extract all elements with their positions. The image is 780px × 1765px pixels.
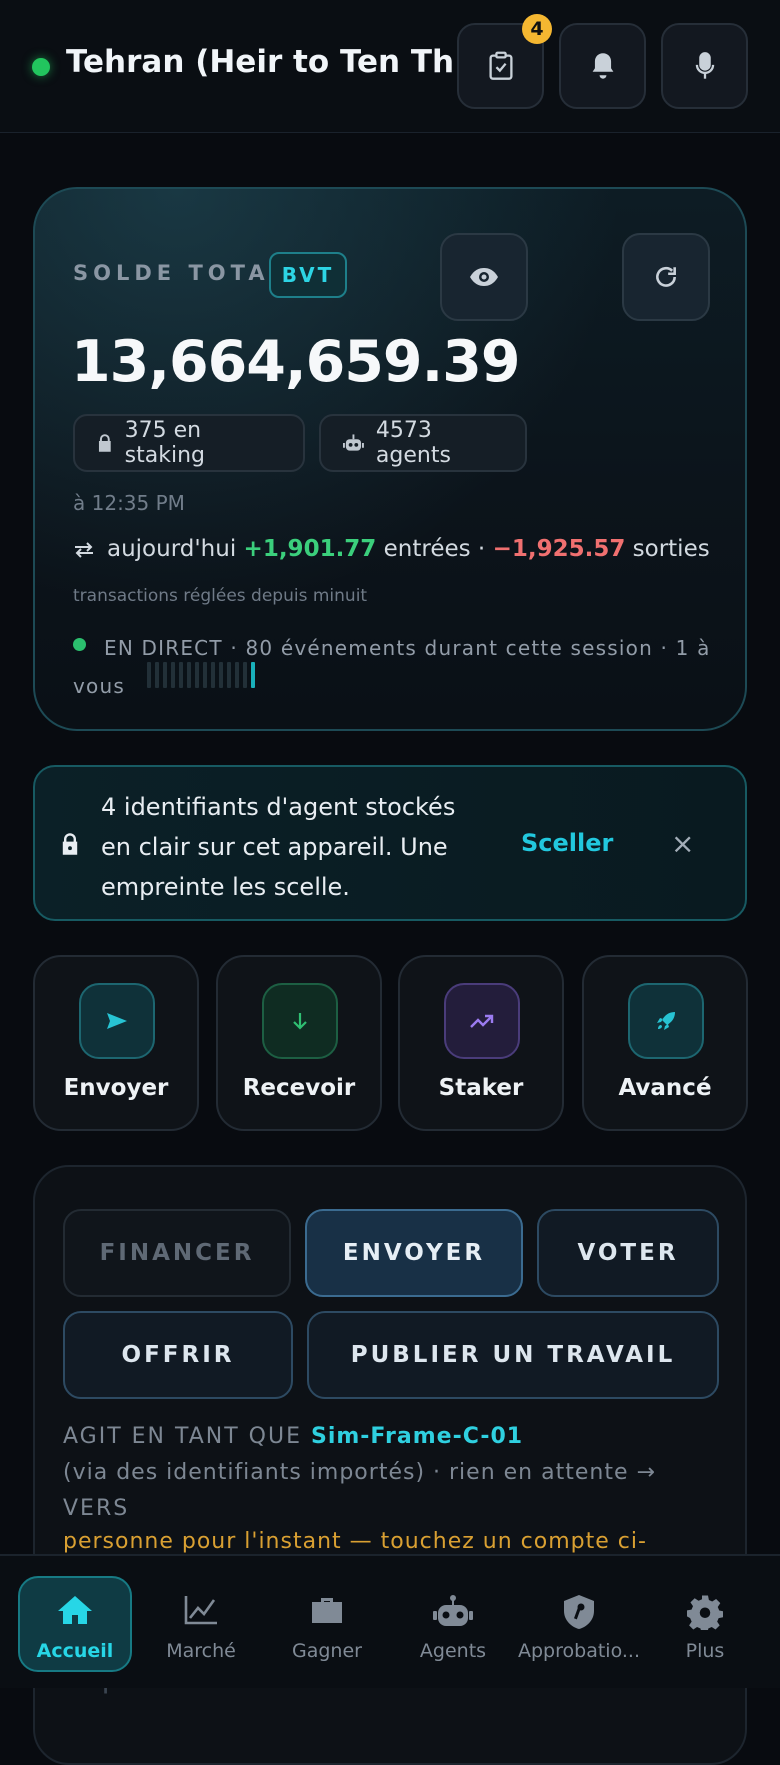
- credentials-notice: 4 identifiants d'agent stockés en clair …: [33, 765, 747, 921]
- robot-icon: [343, 434, 364, 451]
- lock-icon: [62, 833, 78, 855]
- arrow-down-icon: [262, 983, 338, 1059]
- total-balance-label: SOLDE TOTAL: [73, 261, 288, 285]
- clipboard-check-icon: [488, 51, 513, 80]
- advanced-action[interactable]: Avancé: [582, 955, 748, 1131]
- send-icon: [79, 983, 155, 1059]
- shield-key-icon: [514, 1594, 644, 1630]
- close-icon[interactable]: ×: [671, 827, 694, 860]
- online-status-dot: [32, 58, 50, 76]
- settled-note: transactions réglées depuis minuit: [73, 586, 368, 606]
- stake-action[interactable]: Staker: [398, 955, 564, 1131]
- staking-text: 375 en staking: [124, 418, 205, 468]
- offer-button[interactable]: OFFRIR: [63, 1311, 293, 1399]
- bottom-navigation: Accueil Marché Gagner Agents Approbatio.…: [0, 1554, 780, 1688]
- refresh-button[interactable]: [622, 233, 710, 321]
- toggle-visibility-button[interactable]: [440, 233, 528, 321]
- nav-home[interactable]: Accueil: [18, 1556, 148, 1690]
- fund-button[interactable]: FINANCER: [63, 1209, 291, 1297]
- gear-icon: [640, 1594, 770, 1630]
- seal-button[interactable]: Sceller: [521, 829, 613, 857]
- acting-agent-name[interactable]: Sim-Frame-C-01: [311, 1424, 523, 1449]
- rocket-icon: [628, 983, 704, 1059]
- nav-more[interactable]: Plus: [640, 1556, 770, 1690]
- wallet-title[interactable]: Tehran (Heir to Ten Th...: [66, 44, 489, 80]
- microphone-icon: [695, 52, 714, 79]
- voice-button[interactable]: [661, 23, 748, 109]
- staking-pill[interactable]: 375 en staking: [73, 414, 305, 472]
- chart-icon: [136, 1594, 266, 1626]
- notice-message: 4 identifiants d'agent stockés en clair …: [101, 793, 456, 901]
- activity-sparkline: [147, 662, 255, 688]
- receive-action[interactable]: Recevoir: [216, 955, 382, 1131]
- balance-amount: 13,664,659.39: [71, 329, 521, 395]
- refresh-icon: [656, 266, 676, 287]
- home-icon: [18, 1594, 132, 1626]
- nav-agents[interactable]: Agents: [388, 1556, 518, 1690]
- send-mode-button[interactable]: ENVOYER: [305, 1209, 523, 1297]
- briefcase-icon: [262, 1594, 392, 1626]
- vote-button[interactable]: VOTER: [537, 1209, 719, 1297]
- recipient-placeholder: personne pour l'instant — touchez un com…: [63, 1529, 647, 1554]
- tasks-count-badge: 4: [522, 14, 552, 44]
- transfer-arrows-icon: [75, 541, 93, 558]
- acting-as-info: AGIT EN TANT QUE Sim-Frame-C-01 (via des…: [63, 1424, 656, 1521]
- agents-pill[interactable]: 4573 agents: [319, 414, 527, 472]
- nav-approvals[interactable]: Approbatio...: [514, 1556, 644, 1690]
- currency-chip[interactable]: BVT: [269, 252, 347, 298]
- lock-icon: [98, 434, 111, 452]
- inflow-value: +1,901.77: [243, 536, 377, 562]
- send-action[interactable]: Envoyer: [33, 955, 199, 1131]
- trending-up-icon: [444, 983, 520, 1059]
- balance-card: SOLDE TOTAL BVT 13,664,659.39 375 en sta…: [33, 187, 747, 731]
- app-header: Tehran (Heir to Ten Th... 4: [0, 0, 780, 133]
- publish-job-button[interactable]: PUBLIER UN TRAVAIL: [307, 1311, 719, 1399]
- nav-market[interactable]: Marché: [136, 1556, 266, 1690]
- outflow-value: −1,925.57: [492, 536, 626, 562]
- balance-timestamp: à 12:35 PM: [73, 491, 185, 515]
- notifications-button[interactable]: [559, 23, 646, 109]
- bell-icon: [592, 53, 613, 79]
- agents-text: 4573 agents: [375, 418, 451, 468]
- robot-icon: [388, 1594, 518, 1628]
- daily-flow: aujourd'hui +1,901.77 entrées · −1,925.5…: [73, 536, 710, 562]
- eye-icon: [470, 268, 498, 286]
- nav-earn[interactable]: Gagner: [262, 1556, 392, 1690]
